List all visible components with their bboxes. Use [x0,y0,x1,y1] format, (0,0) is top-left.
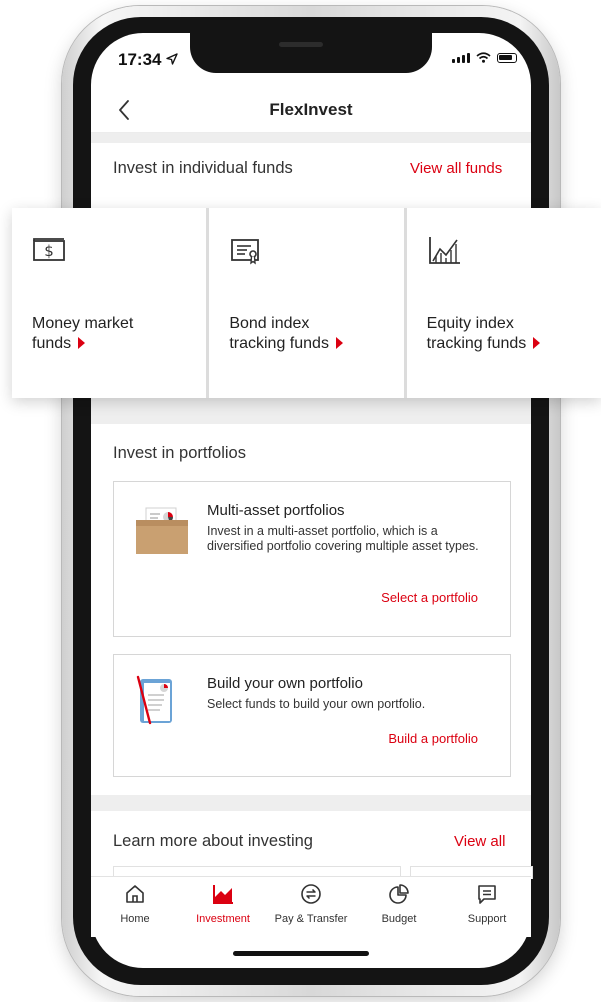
home-icon [126,885,144,903]
section-divider [91,795,531,811]
tab-pay-transfer[interactable]: Pay & Transfer [267,883,355,925]
card-description: Invest in a multi-asset portfolio, which… [207,524,479,553]
card-description: Select funds to build your own portfolio… [207,697,426,711]
chevron-right-icon [335,337,343,349]
funds-section-heading: Invest in individual funds [113,159,293,177]
status-time: 17:34 [118,50,178,70]
cell-signal-icon [452,53,470,63]
chevron-right-icon [533,337,541,349]
equity-chart-icon [428,237,460,264]
bond-certificate-icon [231,239,260,265]
card-title: Multi-asset portfolios [207,502,345,519]
speaker-grille [279,42,323,47]
money-market-label: Money market funds [32,315,134,352]
clipboard-document-icon [136,675,172,725]
equity-index-label: Equity index tracking funds [427,314,541,354]
app-header: FlexInvest [91,88,531,133]
multi-asset-portfolio-card[interactable]: Multi-asset portfolios Invest in a multi… [113,481,511,637]
view-all-funds-link[interactable]: View all funds [410,160,502,177]
battery-icon [497,53,517,63]
section-divider [91,133,531,143]
build-portfolio-link[interactable]: Build a portfolio [388,731,478,746]
location-arrow-icon [166,53,178,65]
fund-category-cards: $ Money market funds Bond index tracking… [12,208,601,398]
portfolios-section-heading: Invest in portfolios [113,444,246,462]
folder-portfolio-icon [136,507,188,554]
build-own-portfolio-card[interactable]: Build your own portfolio Select funds to… [113,654,511,777]
money-market-card[interactable]: $ Money market funds [12,208,207,398]
transfer-icon [301,884,321,904]
learn-section-heading: Learn more about investing [113,832,313,850]
bond-index-card[interactable]: Bond index tracking funds [209,208,404,398]
bottom-tab-bar: Home Investment Pay & Transfer Budget Su… [91,876,531,937]
svg-text:$: $ [44,242,54,260]
status-icons [452,52,517,63]
card-title: Build your own portfolio [207,675,363,692]
investment-chart-icon [213,885,233,904]
section-divider [91,398,531,424]
page-title: FlexInvest [269,100,353,119]
money-icon: $ [33,238,65,261]
wifi-icon [476,52,491,63]
equity-index-card[interactable]: Equity index tracking funds [406,208,601,398]
tab-home[interactable]: Home [91,883,179,925]
chevron-right-icon [78,337,86,349]
tab-investment[interactable]: Investment [179,883,267,925]
tab-budget[interactable]: Budget [355,883,443,925]
view-all-link[interactable]: View all [454,833,505,850]
bond-index-label: Bond index tracking funds [229,314,343,354]
tab-support[interactable]: Support [443,883,531,925]
home-indicator [233,951,369,956]
select-portfolio-link[interactable]: Select a portfolio [381,590,478,605]
chat-icon [478,885,496,904]
phone-notch [190,33,432,73]
budget-pie-icon [389,884,409,904]
